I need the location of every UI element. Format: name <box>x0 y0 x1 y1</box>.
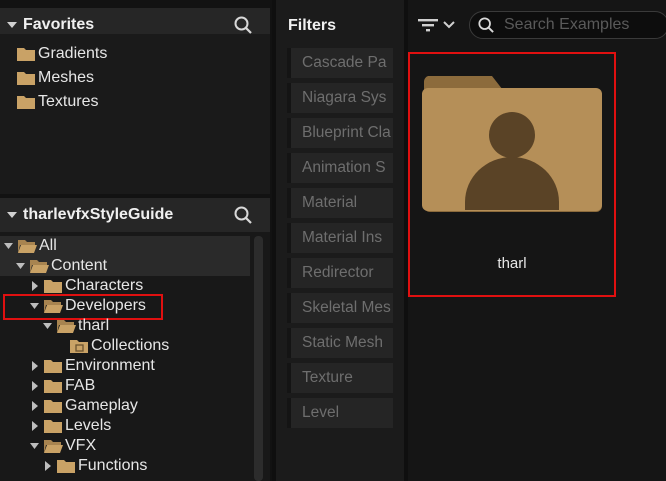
tree-item-label: Levels <box>65 417 112 434</box>
favorite-item-gradients[interactable]: Gradients <box>16 44 107 64</box>
tree-item-levels[interactable]: Levels <box>30 416 111 436</box>
search-input[interactable] <box>502 15 656 35</box>
chevron-right-icon[interactable] <box>30 421 39 431</box>
folder-icon <box>44 420 62 433</box>
tree-item-label: tharl <box>78 317 110 334</box>
open-folder-icon <box>30 260 49 273</box>
favorite-item-label: Gradients <box>38 45 108 62</box>
open-folder-icon <box>57 320 76 333</box>
tree-scrollbar[interactable] <box>254 236 263 481</box>
chevron-down-icon[interactable] <box>30 441 39 451</box>
favorite-item-label: Textures <box>38 93 99 110</box>
collections-folder-icon <box>70 340 88 353</box>
chevron-down-icon <box>443 21 455 29</box>
folder-icon <box>57 460 75 473</box>
filters-title: Filters <box>288 17 337 34</box>
filters-panel: Filters Cascade Pa Niagara Sys Blueprint… <box>276 0 404 481</box>
collapse-triangle-icon[interactable] <box>7 20 17 30</box>
folder-icon <box>44 280 62 293</box>
chevron-right-icon[interactable] <box>30 401 39 411</box>
filter-static-mesh[interactable]: Static Mesh <box>287 328 393 358</box>
folder-icon <box>44 380 62 393</box>
filter-skeletal-mesh[interactable]: Skeletal Mes <box>287 293 393 323</box>
content-browser: tharl <box>408 0 666 481</box>
tree-item-label: VFX <box>65 437 97 454</box>
tree-item-label: Collections <box>91 337 170 354</box>
highlight-box <box>408 52 616 297</box>
folder-icon <box>44 360 62 373</box>
chevron-down-icon[interactable] <box>16 261 25 271</box>
folder-icon <box>17 48 35 61</box>
folder-icon <box>17 96 35 109</box>
left-panel: Favorites Gradients Meshes Textures thar… <box>0 0 272 481</box>
tree-item-characters[interactable]: Characters <box>30 276 143 296</box>
filter-blueprint-class[interactable]: Blueprint Cla <box>287 118 393 148</box>
open-folder-icon <box>18 240 37 253</box>
filter-texture[interactable]: Texture <box>287 363 393 393</box>
search-icon <box>478 17 494 33</box>
favorites-title: Favorites <box>23 16 95 33</box>
filter-material[interactable]: Material <box>287 188 393 218</box>
folder-icon <box>44 400 62 413</box>
tree-item-vfx[interactable]: VFX <box>30 436 96 456</box>
tree-item-environment[interactable]: Environment <box>30 356 155 376</box>
tree-item-label: Content <box>51 257 108 274</box>
chevron-right-icon[interactable] <box>30 361 39 371</box>
filter-animation[interactable]: Animation S <box>287 153 393 183</box>
chevron-down-icon[interactable] <box>4 241 13 251</box>
tree-item-content[interactable]: Content <box>16 256 107 276</box>
filter-level[interactable]: Level <box>287 398 393 428</box>
tree-item-functions[interactable]: Functions <box>43 456 147 476</box>
tree-item-label: Functions <box>78 457 148 474</box>
tree-item-gameplay[interactable]: Gameplay <box>30 396 138 416</box>
tree-item-label: Environment <box>65 357 155 374</box>
search-icon[interactable] <box>234 16 252 34</box>
tree-item-tharl[interactable]: tharl <box>43 316 109 336</box>
search-icon[interactable] <box>234 206 252 224</box>
search-bar[interactable] <box>469 11 666 39</box>
favorite-item-label: Meshes <box>38 69 95 86</box>
tree-item-fab[interactable]: FAB <box>30 376 95 396</box>
filter-dropdown-button[interactable] <box>418 14 458 36</box>
chevron-down-icon[interactable] <box>43 321 52 331</box>
favorite-item-meshes[interactable]: Meshes <box>16 68 94 88</box>
project-tree-header[interactable]: tharlevfxStyleGuide <box>0 198 270 232</box>
tree-item-label: FAB <box>65 377 96 394</box>
collapse-triangle-icon[interactable] <box>7 210 17 220</box>
filter-cascade[interactable]: Cascade Pa <box>287 48 393 78</box>
tree-item-all[interactable]: All <box>4 236 57 256</box>
project-tree-title: tharlevfxStyleGuide <box>23 206 174 223</box>
tree-item-label: Gameplay <box>65 397 138 414</box>
tree-item-label: Characters <box>65 277 144 294</box>
tree-item-label: All <box>39 237 57 254</box>
tree-item-collections[interactable]: Collections <box>69 336 169 356</box>
filter-lines-icon <box>418 19 438 32</box>
folder-icon <box>17 72 35 85</box>
filter-niagara-system[interactable]: Niagara Sys <box>287 83 393 113</box>
chevron-right-icon[interactable] <box>30 281 39 291</box>
chevron-right-icon[interactable] <box>30 381 39 391</box>
favorite-item-textures[interactable]: Textures <box>16 92 98 112</box>
chevron-right-icon[interactable] <box>43 461 52 471</box>
open-folder-icon <box>44 440 63 453</box>
favorites-list: Gradients Meshes Textures <box>0 34 270 194</box>
filter-material-instance[interactable]: Material Ins <box>287 223 393 253</box>
filter-redirector[interactable]: Redirector <box>287 258 393 288</box>
